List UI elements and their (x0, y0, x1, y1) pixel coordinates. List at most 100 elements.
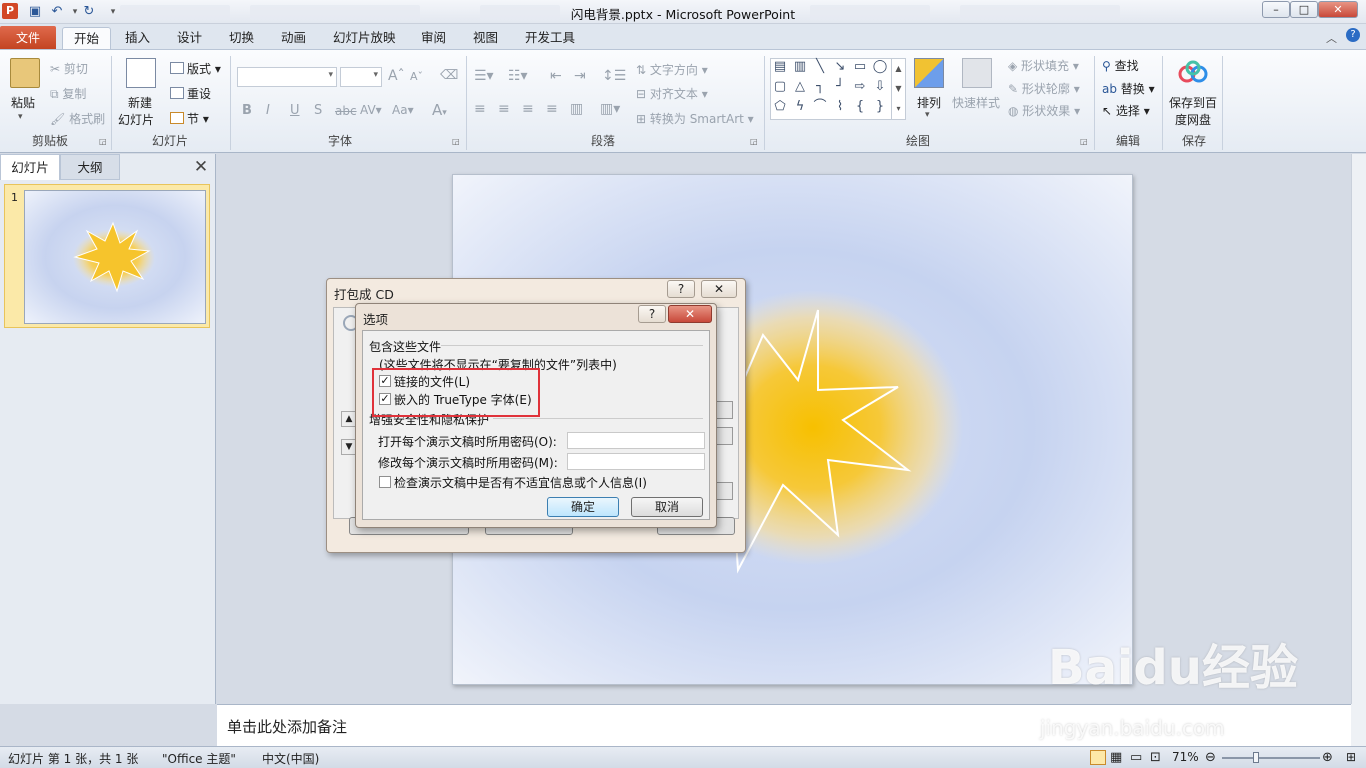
shadow-button[interactable]: S (314, 103, 322, 118)
open-password-field[interactable] (567, 432, 705, 449)
tab-home[interactable]: 开始 (62, 27, 112, 50)
align-right-icon[interactable]: ≡ (522, 101, 534, 117)
select-button[interactable]: ↖ 选择 ▾ (1102, 102, 1150, 119)
rounded-rect-shape-icon[interactable]: ▢ (771, 79, 789, 95)
shape-effects-button[interactable]: ◍ 形状效果 ▾ (1008, 102, 1080, 119)
vertical-scrollbar[interactable] (1351, 154, 1366, 704)
paragraph-launcher-icon[interactable]: ◲ (750, 137, 758, 146)
change-case-button[interactable]: Aa▾ (392, 103, 414, 117)
italic-button[interactable]: I (266, 103, 270, 118)
save-to-baidu-button[interactable]: 保存到百 (1169, 94, 1217, 111)
arrange-dropdown-icon[interactable]: ▾ (925, 110, 930, 120)
dialog-close-button[interactable]: ✕ (701, 280, 737, 298)
baidu-cloud-icon[interactable] (1178, 60, 1208, 86)
tab-review[interactable]: 审阅 (410, 27, 457, 50)
numbering-icon[interactable]: ☷▾ (508, 68, 528, 84)
help-icon[interactable]: ? (1346, 28, 1360, 42)
distributed-icon[interactable]: ▥ (570, 101, 583, 117)
shape-fill-button[interactable]: ◈ 形状填充 ▾ (1008, 57, 1079, 74)
dialog-help-button[interactable]: ? (667, 280, 695, 298)
line-spacing-icon[interactable]: ↕☰ (602, 68, 626, 84)
close-pane-icon[interactable]: ✕ (192, 157, 210, 177)
fit-to-window-icon[interactable]: ⊞ (1346, 750, 1356, 764)
shape-outline-button[interactable]: ✎ 形状轮廓 ▾ (1008, 80, 1080, 97)
new-slide-button[interactable]: 新建 (128, 94, 152, 111)
tab-file[interactable]: 文件 (0, 26, 56, 50)
add-files-button[interactable] (715, 401, 733, 419)
close-button[interactable]: ✕ (1318, 1, 1358, 18)
arrange-icon[interactable] (914, 58, 944, 88)
vertical-textbox-shape-icon[interactable]: ▥ (791, 59, 809, 75)
minimize-ribbon-icon[interactable]: ︿ (1326, 30, 1337, 46)
line-shape-icon[interactable]: ╲ (811, 59, 829, 75)
minimize-button[interactable]: – (1262, 1, 1290, 18)
slide-thumbnail-selected[interactable]: 1 (4, 184, 210, 328)
justify-icon[interactable]: ≡ (546, 101, 558, 117)
modify-password-field[interactable] (567, 453, 705, 470)
language[interactable]: 中文(中国) (262, 750, 319, 767)
new-slide-icon[interactable] (126, 58, 156, 88)
slide-thumbnail[interactable] (24, 190, 206, 324)
font-launcher-icon[interactable]: ◲ (452, 137, 460, 146)
oval-shape-icon[interactable]: ◯ (871, 59, 889, 75)
align-left-icon[interactable]: ≡ (474, 101, 486, 117)
align-center-icon[interactable]: ≡ (498, 101, 510, 117)
normal-view-icon[interactable] (1090, 750, 1106, 765)
elbow-connector-icon[interactable]: ┐ (811, 79, 829, 95)
columns-icon[interactable]: ▥▾ (600, 101, 620, 117)
paste-dropdown-icon[interactable]: ▾ (18, 112, 23, 122)
arrange-button[interactable]: 排列 (917, 94, 941, 111)
quick-styles-button[interactable]: 快速样式 (952, 94, 1000, 111)
textbox-shape-icon[interactable]: ▤ (771, 59, 789, 75)
convert-smartart-button[interactable]: ⊞ 转换为 SmartArt ▾ (636, 110, 754, 127)
font-size-combobox[interactable]: ▾ (340, 67, 382, 87)
tab-insert[interactable]: 插入 (114, 27, 161, 50)
copy-button[interactable]: ⧉ 复制 (50, 85, 86, 102)
arrow-line-shape-icon[interactable]: ↘ (831, 59, 849, 75)
cancel-button[interactable]: 取消 (631, 497, 703, 517)
tab-transitions[interactable]: 切换 (218, 27, 265, 50)
maximize-button[interactable]: □ (1290, 1, 1318, 18)
notes-scrollbar[interactable] (1351, 704, 1366, 746)
quick-styles-icon[interactable] (962, 58, 992, 88)
right-brace-shape-icon[interactable]: } (871, 99, 889, 115)
inspect-presentation-checkbox[interactable] (379, 476, 391, 488)
find-button[interactable]: ⚲ 查找 (1102, 57, 1139, 74)
increase-indent-icon[interactable]: ⇥ (574, 68, 586, 84)
options-help-button[interactable]: ? (638, 305, 666, 323)
reading-view-icon[interactable]: ▭ (1130, 750, 1142, 765)
options-close-button[interactable]: ✕ (668, 305, 712, 323)
right-arrow-shape-icon[interactable]: ⇨ (851, 79, 869, 95)
slideshow-view-icon[interactable]: ⊡ (1150, 750, 1161, 765)
text-direction-button[interactable]: ⇅ 文字方向 ▾ (636, 61, 708, 78)
slide-sorter-icon[interactable]: ▦ (1110, 750, 1122, 765)
drawing-launcher-icon[interactable]: ◲ (1080, 137, 1088, 146)
new-slide-button-line2[interactable]: 幻灯片 (118, 111, 154, 128)
ok-button[interactable]: 确定 (547, 497, 619, 517)
pentagon-shape-icon[interactable]: ⬠ (771, 99, 789, 115)
font-color-button[interactable]: A▾ (432, 101, 447, 119)
down-arrow-shape-icon[interactable]: ⇩ (871, 79, 889, 95)
clear-formatting-icon[interactable]: ⌫ (440, 68, 458, 83)
options-button[interactable] (715, 482, 733, 500)
align-text-button[interactable]: ⊟ 对齐文本 ▾ (636, 85, 708, 102)
shapes-gallery-scroll[interactable]: ▲ ▼ ▾ (891, 59, 905, 119)
reset-button[interactable]: 重设 (170, 85, 211, 102)
tab-view[interactable]: 视图 (462, 27, 509, 50)
character-spacing-button[interactable]: AV▾ (360, 103, 382, 117)
lightning-shape-icon[interactable]: ϟ (791, 99, 809, 115)
left-brace-shape-icon[interactable]: { (851, 99, 869, 115)
tab-slideshow[interactable]: 幻灯片放映 (322, 27, 407, 50)
zoom-slider-thumb[interactable] (1253, 752, 1259, 763)
strikethrough-button[interactable]: abc (335, 104, 357, 118)
replace-button[interactable]: ab 替换 ▾ (1102, 80, 1155, 97)
decrease-indent-icon[interactable]: ⇤ (550, 68, 562, 84)
zoom-out-icon[interactable]: ⊖ (1205, 750, 1216, 765)
bold-button[interactable]: B (242, 103, 252, 118)
elbow-arrow-connector-icon[interactable]: ┘ (831, 79, 849, 95)
bullets-icon[interactable]: ☰▾ (474, 68, 494, 84)
font-name-combobox[interactable]: ▾ (237, 67, 337, 87)
section-button[interactable]: 节 ▾ (170, 110, 209, 127)
clipboard-launcher-icon[interactable]: ◲ (99, 137, 107, 146)
notes-placeholder[interactable]: 单击此处添加备注 (227, 716, 347, 737)
